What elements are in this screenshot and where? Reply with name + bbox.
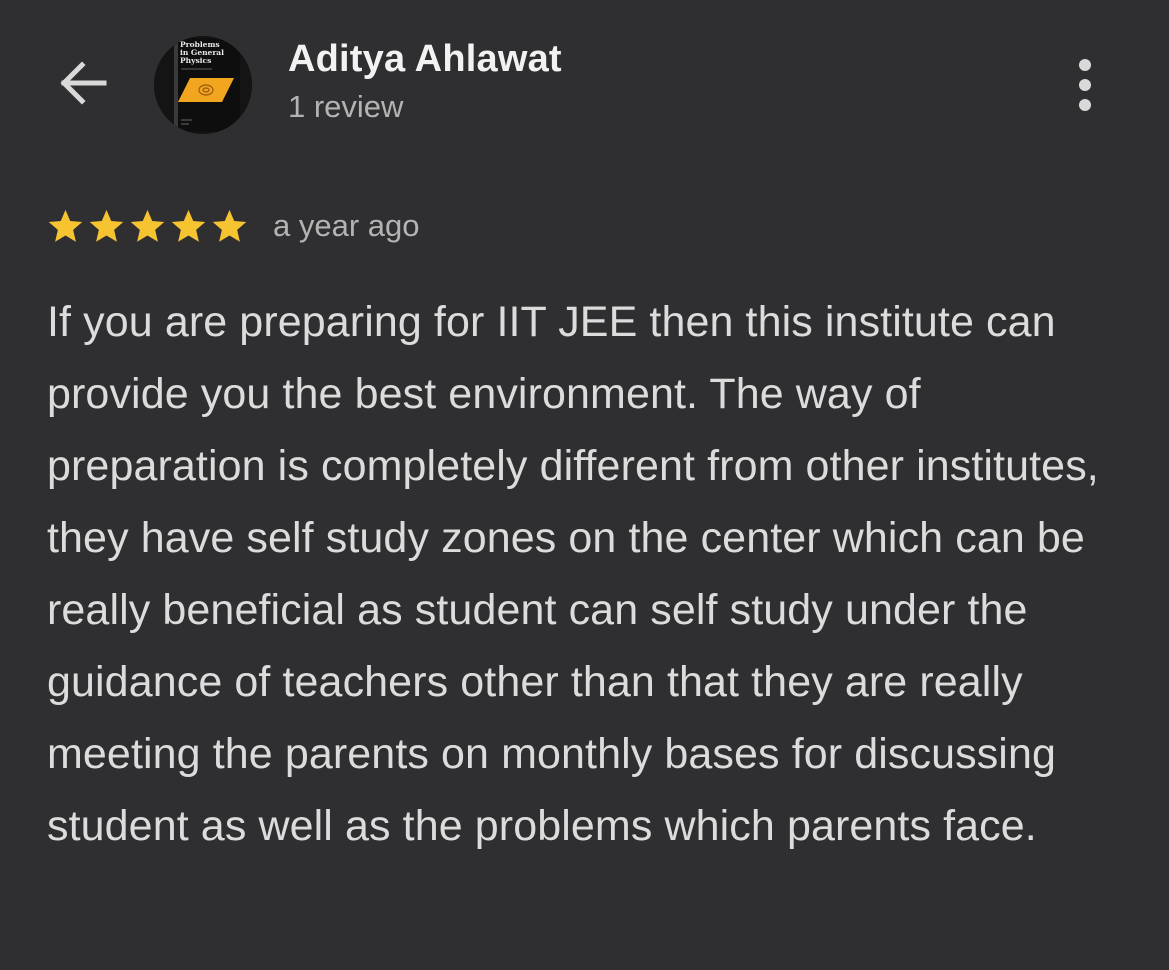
avatar-title-line3: Physics — [180, 56, 211, 65]
star-icon — [48, 209, 83, 242]
star-icon — [130, 209, 165, 242]
avatar[interactable]: Problems in General Physics — [154, 36, 252, 134]
star-icon — [89, 209, 124, 242]
more-options-button[interactable] — [1062, 52, 1108, 118]
book-cover-image: Problems in General Physics — [154, 36, 252, 134]
more-vertical-icon — [1079, 59, 1091, 111]
star-icon — [171, 209, 206, 242]
reviewer-name[interactable]: Aditya Ahlawat — [288, 38, 562, 81]
star-icon — [212, 209, 247, 242]
arrow-left-icon — [60, 61, 107, 105]
back-button[interactable] — [52, 52, 114, 114]
review-count: 1 review — [288, 89, 404, 124]
review-text: If you are preparing for IIT JEE then th… — [47, 298, 1099, 850]
rating-row: a year ago — [46, 203, 420, 249]
star-rating — [46, 207, 249, 246]
review-date: a year ago — [273, 208, 420, 243]
